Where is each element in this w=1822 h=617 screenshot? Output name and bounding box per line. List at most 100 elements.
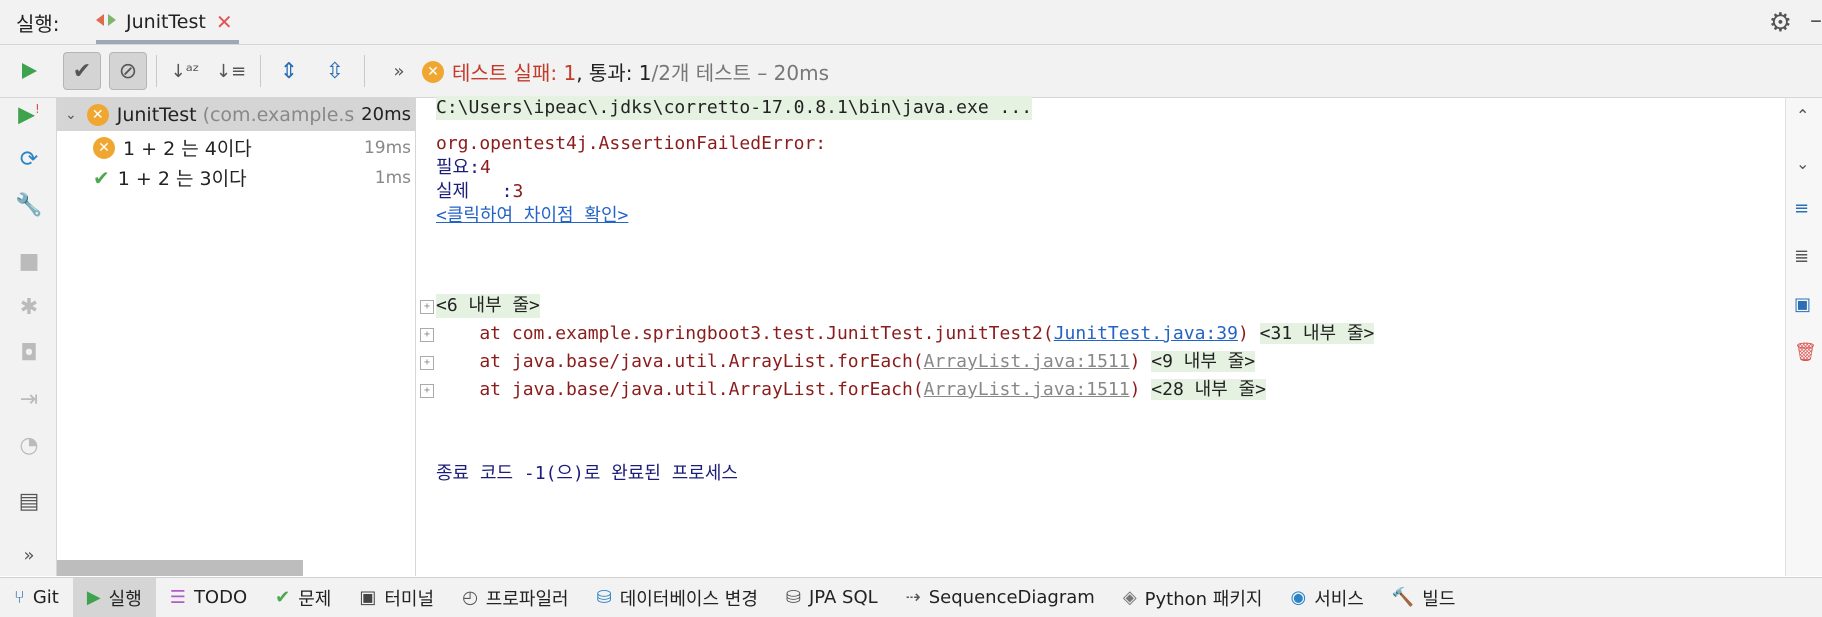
sort-duration-icon: ↓≡: [215, 60, 247, 82]
left-action-bar: ▶! ⟳ 🔧 ■ ✱ ◘ ⇥ ◔ ▤ »: [0, 98, 57, 576]
camera-icon: ◘: [20, 340, 38, 366]
play-icon: [22, 63, 37, 79]
failed-status-icon: ✕: [422, 60, 444, 83]
test-time: 19ms: [363, 137, 411, 158]
close-tab-icon[interactable]: ✕: [216, 10, 233, 34]
import-tests-button[interactable]: ⇥: [12, 382, 46, 416]
source-link[interactable]: ArrayList.java:1511: [924, 351, 1130, 372]
tool-tab-database-changes[interactable]: ⛁ 데이터베이스 변경: [583, 578, 772, 617]
source-link[interactable]: JunitTest.java:39: [1054, 323, 1238, 344]
console-command-line: C:\Users\ipeac\.jdks\corretto-17.0.8.1\b…: [436, 96, 1033, 120]
chevron-down-icon[interactable]: ⌄: [65, 107, 77, 123]
tree-item-test-pass[interactable]: ✔ 1 + 2 는 3이다 1ms: [57, 161, 415, 194]
test-time: 1ms: [374, 167, 411, 188]
tool-tab-run[interactable]: ▶ 실행: [72, 578, 156, 617]
python-packages-icon: ◈: [1122, 587, 1137, 608]
total-tests-text: /2개 테스트 – 20ms: [651, 61, 830, 85]
soft-wrap-icon[interactable]: ≡: [1794, 198, 1809, 219]
layout-icon: ▤: [18, 488, 40, 514]
junit-run-icon: [96, 11, 116, 33]
print-icon[interactable]: ▣: [1794, 294, 1811, 315]
test-label: 1 + 2 는 4이다: [123, 138, 252, 160]
toggle-auto-test-button[interactable]: ⟳: [12, 142, 46, 176]
fold-expand-icon[interactable]: +: [420, 328, 434, 342]
tool-tab-profiler[interactable]: ◴ 프로파일러: [448, 578, 583, 617]
view-diff-link[interactable]: <클릭하여 차이점 확인>: [436, 204, 628, 228]
show-passed-toggle[interactable]: ✔: [63, 52, 101, 90]
tree-item-test-fail[interactable]: ✕ 1 + 2 는 4이다 19ms: [57, 131, 415, 164]
show-ignored-toggle[interactable]: ⊘: [109, 52, 147, 90]
database-icon: ⛁: [596, 587, 612, 608]
snapshot-button[interactable]: ◘: [12, 336, 46, 370]
passed-count-text: , 통과: 1: [576, 61, 652, 85]
tool-tab-problems[interactable]: ✔ 문제: [261, 578, 345, 617]
fold-expand-icon[interactable]: +: [420, 384, 434, 398]
settings-wrench-button[interactable]: 🔧: [12, 188, 46, 222]
wrench-icon: 🔧: [15, 192, 43, 218]
tool-tab-build[interactable]: 🔨 빌드: [1378, 578, 1470, 617]
trace-text: ): [1129, 379, 1141, 400]
more-left-actions-button[interactable]: »: [12, 538, 46, 572]
failed-status-icon: ✕: [93, 136, 115, 159]
collapse-all-button[interactable]: ⇳: [316, 52, 354, 90]
internal-lines-fold[interactable]: <9 내부 줄>: [1151, 351, 1256, 372]
tree-root-junittest[interactable]: ⌄ ✕ JunitTest (com.example.s 20ms: [57, 98, 415, 131]
sort-az-icon: ↓ᵃᶻ: [170, 60, 200, 82]
tool-tab-sequence-diagram[interactable]: ⇢ SequenceDiagram: [892, 578, 1109, 617]
tool-tab-terminal[interactable]: ▣ 터미널: [345, 578, 448, 617]
tree-root-package: (com.example.s: [202, 103, 355, 126]
internal-lines-fold[interactable]: <28 내부 줄>: [1151, 379, 1266, 400]
sort-alphabetically-button[interactable]: ↓ᵃᶻ: [166, 52, 204, 90]
expand-all-button[interactable]: ⇕: [270, 52, 308, 90]
tree-horizontal-scrollbar[interactable]: [57, 560, 303, 576]
fold-expand-icon[interactable]: +: [420, 300, 434, 314]
rerun-failed-button[interactable]: ▶!: [12, 98, 46, 132]
tool-tab-python-packages[interactable]: ◈ Python 패키지: [1109, 578, 1277, 617]
stacktrace-line-1: at com.example.springboot3.test.JunitTes…: [436, 322, 1375, 346]
debug-button[interactable]: ✱: [12, 290, 46, 324]
clear-all-icon[interactable]: 🗑: [1794, 342, 1817, 363]
ignored-icon: ⊘: [118, 58, 138, 84]
expand-all-icon: ⇕: [279, 58, 299, 84]
fold-expand-icon[interactable]: +: [420, 356, 434, 370]
run-tab-junittest[interactable]: JunitTest ✕: [96, 4, 239, 44]
chevron-right-double-icon: »: [393, 60, 405, 82]
tool-tab-git[interactable]: ⑂ Git: [0, 578, 73, 617]
internal-lines-fold[interactable]: <31 내부 줄>: [1259, 323, 1375, 344]
actual-value: 3: [512, 181, 524, 202]
console-output[interactable]: C:\Users\ipeac\.jdks\corretto-17.0.8.1\b…: [416, 96, 1786, 576]
scroll-to-end-icon[interactable]: ≣: [1794, 246, 1809, 267]
check-icon: ✔: [72, 58, 92, 84]
tool-tab-jpa-sql[interactable]: ⛁ JPA SQL: [772, 578, 892, 617]
source-link[interactable]: ArrayList.java:1511: [924, 379, 1130, 400]
rerun-button[interactable]: [10, 52, 48, 90]
actual-label: 실제 :: [436, 181, 513, 202]
tool-tab-todo[interactable]: ☰ TODO: [156, 578, 261, 617]
failed-count-text: 테스트 실패: 1: [452, 61, 577, 85]
layout-button[interactable]: ▤: [12, 484, 46, 518]
git-icon: ⑂: [14, 587, 25, 608]
console-actual-line: 실제 :3: [436, 180, 523, 204]
console-expected-line: 필요:4: [436, 156, 491, 180]
tool-tab-services[interactable]: ◉ 서비스: [1276, 578, 1377, 617]
tool-tab-label: 서비스: [1314, 588, 1364, 610]
tool-tab-label: SequenceDiagram: [928, 587, 1095, 608]
gear-icon[interactable]: ⚙: [1769, 8, 1792, 38]
scroll-up-icon[interactable]: ⌃: [1796, 106, 1809, 125]
check-icon: ✔: [93, 165, 110, 190]
history-icon: ◔: [19, 432, 39, 458]
more-actions-button[interactable]: »: [380, 52, 418, 90]
sort-by-duration-button[interactable]: ↓≡: [212, 52, 250, 90]
problems-icon: ✔: [275, 587, 291, 608]
stop-button[interactable]: ■: [12, 244, 46, 278]
scroll-down-icon[interactable]: ⌄: [1796, 154, 1809, 173]
trace-text: at java.base/java.util.ArrayList.forEach…: [436, 351, 924, 372]
test-label: 1 + 2 는 3이다: [117, 168, 247, 190]
tool-tab-label: Python 패키지: [1144, 588, 1263, 610]
internal-lines-fold[interactable]: <6 내부 줄>: [436, 294, 540, 318]
history-button[interactable]: ◔: [12, 428, 46, 462]
minimize-icon[interactable]: –: [1810, 6, 1822, 34]
trace-text: ): [1237, 323, 1249, 344]
test-runner-toolbar: ✔ ⊘ ↓ᵃᶻ ↓≡ ⇕ ⇳ » ✕ 테스트 실패: 1 , 통과: 1 /2개…: [0, 45, 1822, 98]
bottom-tool-window-bar: ⑂ Git ▶ 실행 ☰ TODO ✔ 문제 ▣ 터미널 ◴ 프로파일러 ⛁ 데이터베이스 변…: [0, 577, 1822, 617]
